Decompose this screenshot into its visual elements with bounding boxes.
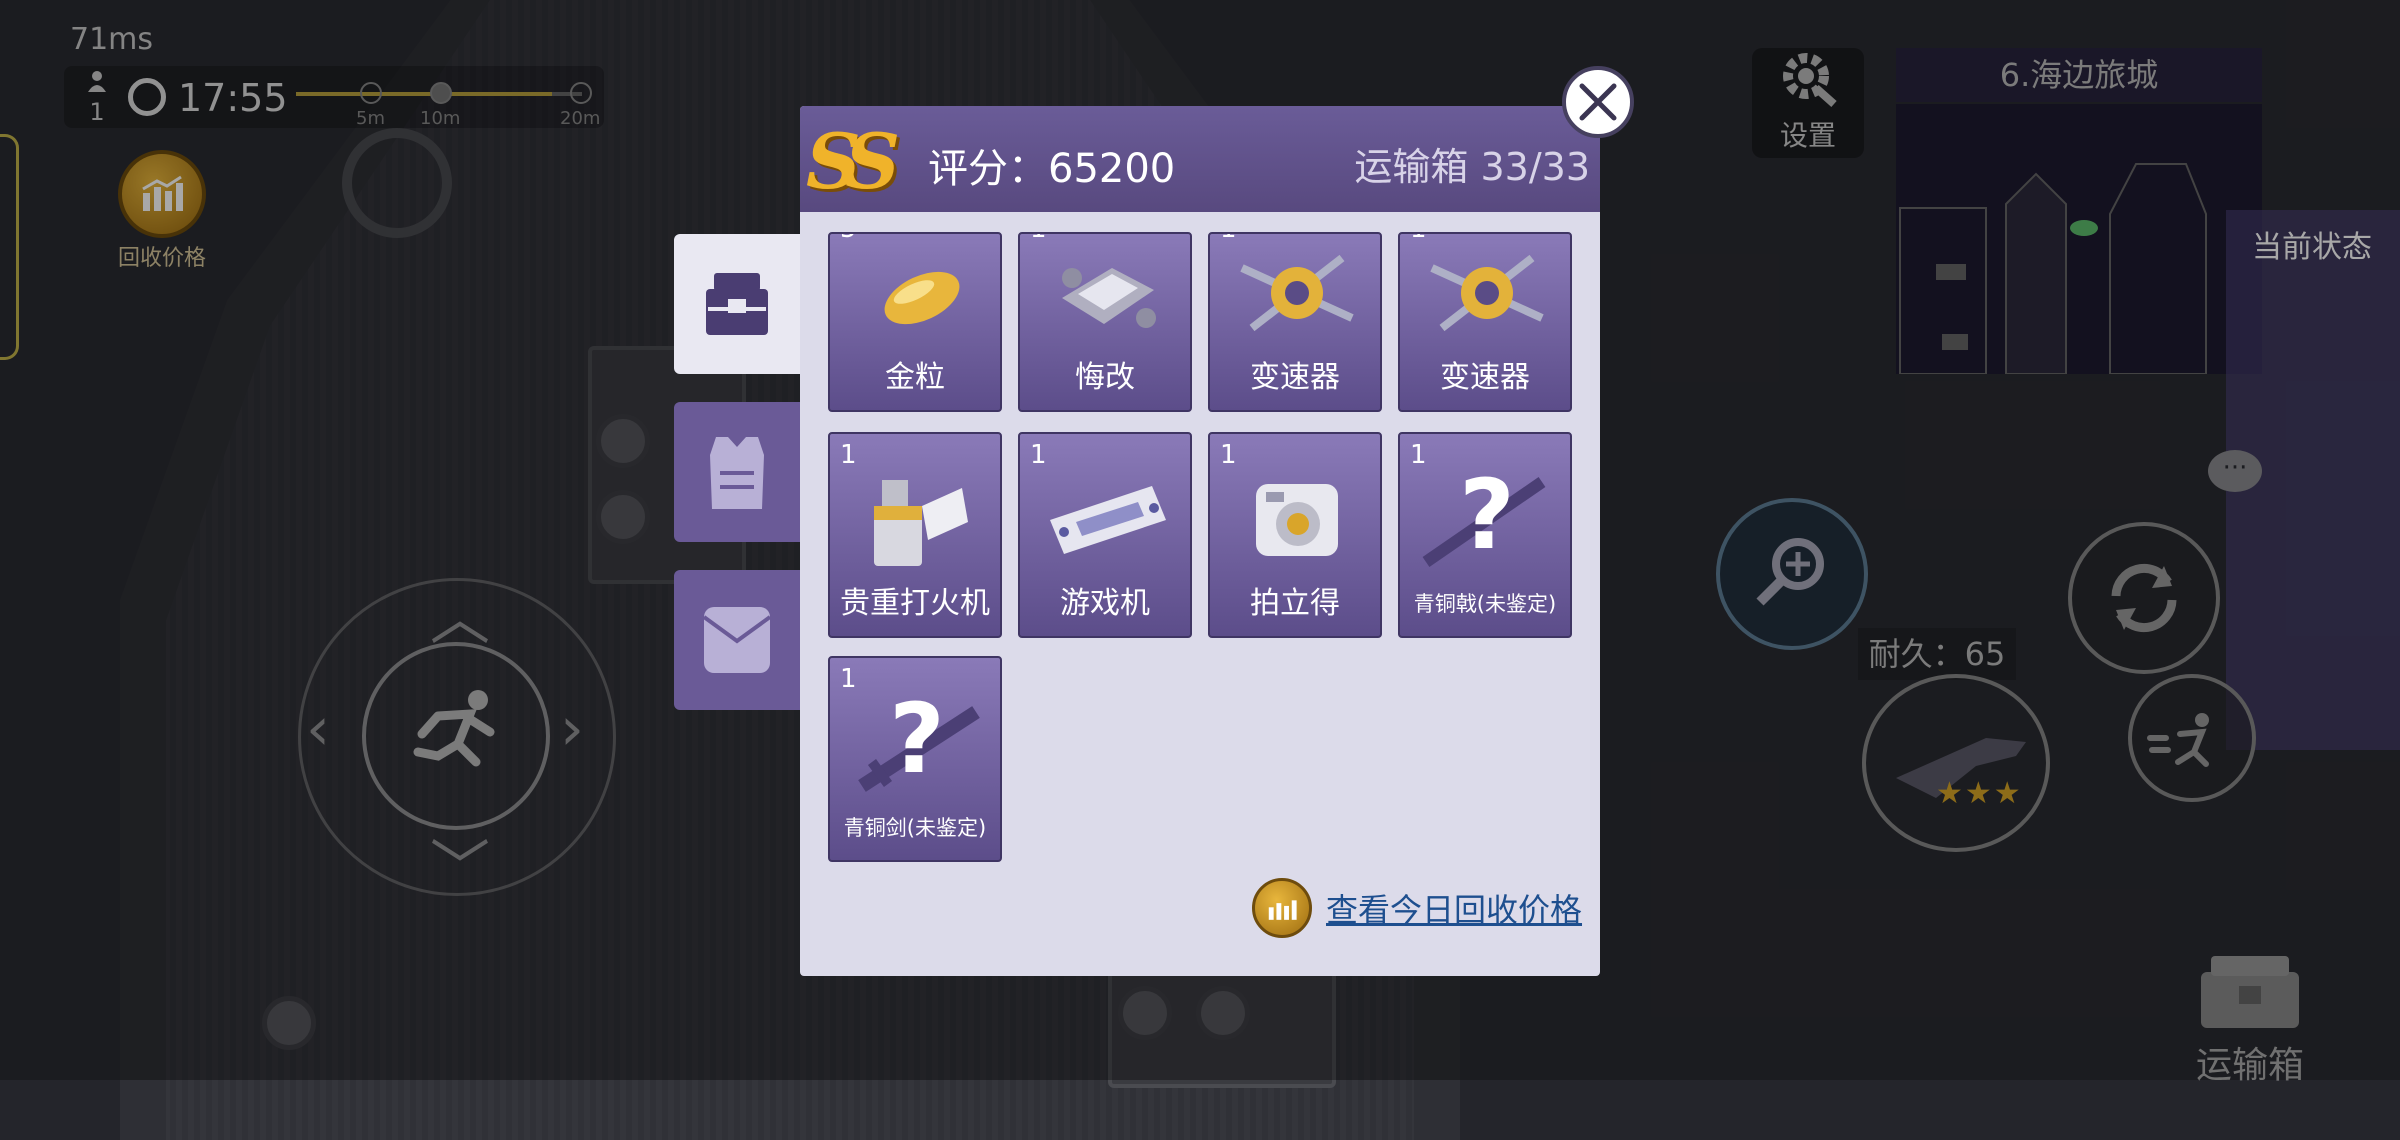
crate-icon — [706, 273, 768, 335]
repent-device-icon — [1062, 268, 1156, 328]
item-name: 青铜剑(未鉴定) — [843, 816, 987, 840]
crate-capacity: 运输箱 33/33 — [1354, 145, 1590, 189]
item-name: 青铜戟(未鉴定) — [1413, 592, 1557, 616]
game-console-icon — [1050, 486, 1166, 554]
item-slot[interactable]: 1 ? 青铜剑(未鉴定) — [828, 656, 1002, 862]
unidentified-sword-icon: ? — [858, 686, 980, 795]
score-label: 评分：65200 — [928, 146, 1176, 192]
tab-armor[interactable] — [674, 402, 800, 542]
unidentified-halberd-icon: ? — [1422, 462, 1546, 571]
item-slot[interactable]: 1 变速器 — [1208, 232, 1382, 412]
pocket-icon — [702, 607, 772, 673]
item-slot[interactable]: 5 金粒 — [828, 232, 1002, 412]
item-slot[interactable]: 1 变速器 — [1398, 232, 1572, 412]
item-name: 金粒 — [885, 360, 945, 395]
lighter-icon — [874, 480, 968, 566]
transmission-icon — [1430, 254, 1544, 332]
tab-pocket[interactable] — [674, 570, 800, 710]
item-name: 变速器 — [1250, 360, 1340, 395]
modal-header: SS 评分：65200 运输箱 33/33 — [800, 106, 1600, 212]
view-recycle-price-label: 查看今日回收价格 — [1326, 891, 1583, 929]
item-name: 悔改 — [1075, 360, 1135, 395]
item-name: 贵重打火机 — [840, 586, 990, 621]
item-name: 拍立得 — [1250, 586, 1340, 621]
close-icon — [1579, 83, 1617, 121]
gold-grain-icon — [884, 271, 960, 325]
crate-inventory-modal: SS 评分：65200 运输箱 33/33 5 金粒 1 悔改 1 变速器 1 … — [800, 106, 1600, 976]
tab-transport-crate[interactable] — [674, 234, 800, 374]
close-button[interactable] — [1562, 66, 1634, 138]
view-recycle-price-link[interactable]: 查看今日回收价格 — [1252, 878, 1582, 938]
rank-badge: SS — [806, 117, 900, 206]
item-slot[interactable]: 1 贵重打火机 — [828, 432, 1002, 638]
svg-text:?: ? — [889, 686, 945, 795]
transmission-icon — [1240, 254, 1354, 332]
chart-icon — [1252, 878, 1312, 938]
item-name: 变速器 — [1440, 360, 1530, 395]
item-slot[interactable]: 1 悔改 — [1018, 232, 1192, 412]
item-name: 游戏机 — [1060, 586, 1150, 621]
item-grid: 5 金粒 1 悔改 1 变速器 1 变速器 1 贵重打火机 1 游戏机 — [828, 232, 1572, 972]
item-slot[interactable]: 1 拍立得 — [1208, 432, 1382, 638]
instant-camera-icon — [1256, 484, 1338, 556]
svg-text:?: ? — [1459, 462, 1515, 571]
vest-icon — [710, 437, 764, 509]
item-slot[interactable]: 1 ? 青铜戟(未鉴定) — [1398, 432, 1572, 638]
item-slot[interactable]: 1 游戏机 — [1018, 432, 1192, 638]
